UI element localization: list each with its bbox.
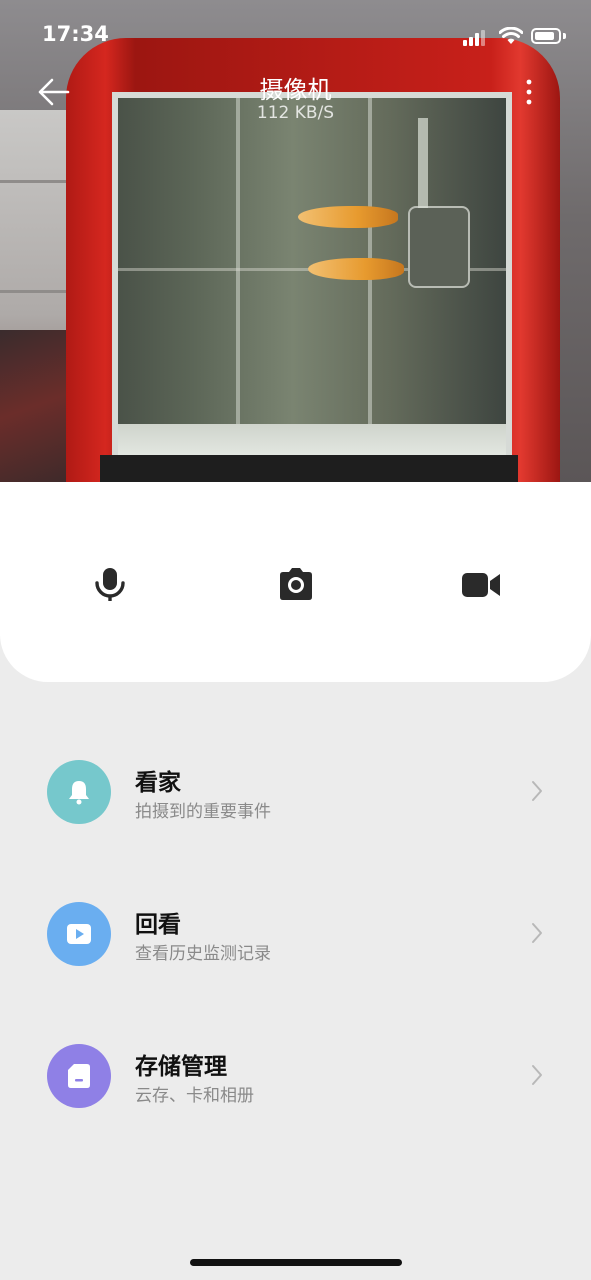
home-indicator[interactable] bbox=[190, 1259, 402, 1266]
menu-item-title: 看家 bbox=[135, 770, 181, 796]
status-time: 17:34 bbox=[42, 22, 109, 46]
battery-tip bbox=[563, 33, 566, 39]
fish bbox=[298, 206, 398, 228]
menu-item-home-watch[interactable]: 看家 拍摄到的重要事件 bbox=[0, 737, 591, 847]
menu-item-title: 存储管理 bbox=[135, 1054, 227, 1080]
playback-icon-circle bbox=[47, 902, 111, 966]
bell-icon bbox=[69, 781, 89, 805]
tank-divider bbox=[236, 98, 240, 464]
menu-item-subtitle: 拍摄到的重要事件 bbox=[135, 802, 271, 822]
chevron-right-icon bbox=[532, 1065, 542, 1085]
wifi-icon bbox=[499, 27, 523, 44]
fish bbox=[308, 258, 404, 280]
chevron-right-icon bbox=[532, 923, 542, 943]
battery-icon bbox=[531, 28, 561, 44]
stream-speed: 112 KB/S bbox=[256, 103, 335, 123]
tank-stand bbox=[100, 455, 518, 482]
storage-icon-circle bbox=[47, 1044, 111, 1108]
tank-divider bbox=[368, 98, 372, 464]
menu-item-storage[interactable]: 存储管理 云存、卡和相册 bbox=[0, 1021, 591, 1131]
page-title: 摄像机 bbox=[259, 76, 332, 104]
menu-item-title: 回看 bbox=[135, 912, 181, 938]
hanging-jacket bbox=[0, 330, 70, 482]
chevron-right-icon bbox=[532, 781, 542, 801]
microphone-icon[interactable] bbox=[90, 564, 130, 604]
cellular-signal-icon bbox=[463, 30, 485, 46]
fish-tank bbox=[112, 92, 512, 464]
tank-filter bbox=[408, 206, 470, 288]
tank-pipe bbox=[418, 118, 428, 208]
menu-item-playback[interactable]: 回看 查看历史监测记录 bbox=[0, 879, 591, 989]
menu-item-subtitle: 查看历史监测记录 bbox=[135, 944, 271, 964]
sd-card-icon bbox=[68, 1064, 90, 1088]
more-options-icon[interactable] bbox=[518, 78, 540, 106]
video-camera-icon[interactable] bbox=[461, 564, 501, 604]
camera-icon[interactable] bbox=[276, 564, 316, 604]
status-bar: 17:34 bbox=[0, 0, 591, 70]
home-watch-icon-circle bbox=[47, 760, 111, 824]
control-panel bbox=[0, 482, 591, 682]
play-icon bbox=[67, 924, 91, 944]
menu-item-subtitle: 云存、卡和相册 bbox=[135, 1086, 254, 1106]
